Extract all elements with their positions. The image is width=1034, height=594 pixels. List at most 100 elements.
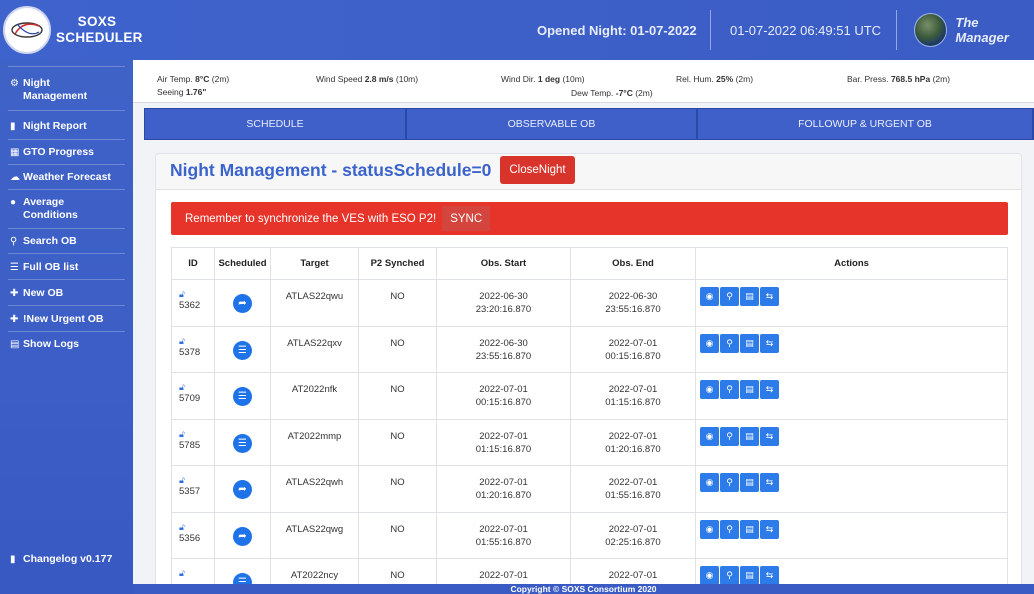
view-eye-icon[interactable]: ◉ — [700, 519, 719, 539]
air-temp-height: (2m) — [211, 74, 230, 84]
chart-icon[interactable]: ▤ — [740, 426, 759, 446]
view-eye-icon[interactable]: ◉ — [700, 473, 719, 492]
cell-scheduled: ➦ — [214, 465, 271, 513]
swap-icon[interactable]: ⇆ — [760, 519, 779, 539]
unlock-icon[interactable]: 🔓︎ — [179, 475, 214, 485]
opened-night: Opened Night: 01-07-2022 — [537, 22, 697, 38]
chart-icon[interactable]: ▤ — [740, 287, 759, 306]
search-icon[interactable]: ⚲ — [720, 426, 739, 446]
swap-icon[interactable]: ⇆ — [760, 566, 779, 585]
sidebar-item-label: New OB — [23, 287, 64, 299]
swap-icon[interactable]: ⇆ — [760, 287, 779, 306]
swap-icon[interactable]: ⇆ — [760, 473, 779, 492]
chart-icon[interactable]: ▤ — [740, 333, 759, 353]
user-name: The Manager — [955, 15, 1009, 45]
wind-speed-value: 2.8 m/s — [364, 74, 394, 84]
obs-end-date: 2022-07-01 — [608, 384, 658, 395]
layers-icon[interactable]: ☰ — [233, 340, 252, 360]
col-id[interactable]: ID — [171, 247, 215, 280]
view-eye-icon[interactable]: ◉ — [700, 380, 719, 399]
table-row: 🔓︎ 5709 ☰ AT2022nfk NO 2022-07-01 00:15:… — [171, 372, 1008, 420]
col-scheduled[interactable]: Scheduled — [214, 247, 271, 280]
sidebar-divider — [8, 189, 125, 190]
wind-speed-label: Wind Speed — [316, 74, 363, 84]
sidebar-item-search-ob[interactable]: ⚲ Search OB — [0, 235, 133, 248]
sidebar-item-show-logs[interactable]: ▤ Show Logs — [0, 338, 133, 351]
layers-icon[interactable]: ☰ — [233, 433, 252, 453]
sidebar-item-weather-forecast[interactable]: ☁ Weather Forecast — [0, 171, 133, 184]
wind-dir-value: 1 deg — [537, 74, 561, 84]
chart-icon[interactable]: ▤ — [740, 473, 759, 492]
sidebar-item-new-ob[interactable]: ✚ New OB — [0, 287, 133, 300]
sidebar-item-changelog[interactable]: ▮ Changelog v0.177 — [0, 553, 133, 566]
cell-actions: ◉ ⚲ ▤ ⇆ — [695, 325, 1008, 373]
sidebar-item-new-urgent-ob[interactable]: ✚ !New Urgent OB — [0, 313, 133, 326]
unlock-icon[interactable]: 🔓︎ — [179, 336, 214, 346]
chart-icon[interactable]: ▤ — [740, 380, 759, 399]
chart-icon[interactable]: ▤ — [740, 566, 759, 585]
obs-start-date: 2022-07-01 — [479, 477, 528, 488]
swap-icon[interactable]: ⇆ — [760, 380, 779, 399]
col-target[interactable]: Target — [270, 247, 359, 280]
air-temp: Air Temp. 8°C (2m) — [157, 74, 229, 84]
sidebar-item-average-conditions[interactable]: ● Average Conditions — [0, 196, 133, 222]
search-icon[interactable]: ⚲ — [720, 380, 739, 399]
layers-icon[interactable]: ☰ — [233, 387, 252, 406]
sync-button[interactable]: SYNC — [442, 206, 491, 231]
view-eye-icon[interactable]: ◉ — [700, 333, 719, 353]
cell-id: 🔓︎ 5362 — [171, 279, 215, 327]
sidebar-item-night-report[interactable]: ▮ Night Report — [0, 120, 133, 133]
running-icon[interactable]: ➦ — [233, 294, 252, 313]
log-icon: ▤ — [10, 339, 20, 350]
swap-icon[interactable]: ⇆ — [760, 426, 779, 446]
user-menu[interactable]: The Manager — [914, 0, 1034, 60]
cell-obs-start: 2022-06-30 23:20:16.870 — [436, 279, 571, 327]
sidebar-item-label: Search OB — [23, 235, 77, 247]
brand[interactable]: SOXS SCHEDULER — [0, 0, 142, 60]
running-icon[interactable]: ➦ — [233, 526, 252, 546]
running-icon[interactable]: ➦ — [233, 480, 252, 499]
unlock-icon[interactable]: 🔓︎ — [179, 382, 214, 392]
search-icon[interactable]: ⚲ — [720, 519, 739, 539]
sidebar-divider — [8, 110, 125, 111]
unlock-icon[interactable]: 🔓︎ — [179, 522, 214, 532]
obs-end-time: 01:15:16.870 — [605, 397, 661, 408]
table-row: 🔓︎ 5378 ☰ ATLAS22qxv NO 2022-06-30 23:55… — [171, 325, 1008, 373]
search-icon[interactable]: ⚲ — [720, 333, 739, 353]
user-avatar — [914, 13, 948, 47]
unlock-icon[interactable]: 🔓︎ — [179, 289, 214, 299]
tab-observable-ob[interactable]: OBSERVABLE OB — [407, 108, 698, 140]
wind-dir-label: Wind Dir. — [501, 74, 536, 84]
cell-target: ATLAS22qxv — [270, 325, 359, 373]
brand-title: SOXS SCHEDULER — [56, 14, 142, 46]
sidebar-item-gto-progress[interactable]: ▦ GTO Progress — [0, 146, 133, 159]
sidebar-divider — [8, 253, 125, 254]
dew-temp-value: -7°C — [615, 88, 633, 98]
col-p2-synched[interactable]: P2 Synched — [358, 247, 437, 280]
col-obs-start[interactable]: Obs. Start — [436, 247, 571, 280]
chart-icon[interactable]: ▤ — [740, 519, 759, 539]
view-eye-icon[interactable]: ◉ — [700, 287, 719, 306]
obs-end-time: 00:15:16.870 — [605, 350, 661, 362]
view-eye-icon[interactable]: ◉ — [700, 426, 719, 446]
sidebar-item-label: !New Urgent OB — [23, 313, 104, 325]
search-icon[interactable]: ⚲ — [720, 287, 739, 306]
sidebar-item-label: Night Management — [23, 77, 88, 102]
search-icon[interactable]: ⚲ — [720, 566, 739, 585]
cell-p2-synched: NO — [358, 279, 437, 327]
unlock-icon[interactable]: 🔓︎ — [179, 568, 214, 578]
sidebar-item-night-management[interactable]: ⚙ Night Management — [0, 77, 133, 103]
obs-start-date: 2022-07-01 — [479, 570, 528, 581]
cell-obs-start: 2022-07-01 01:55:16.870 — [436, 511, 571, 559]
cell-target: ATLAS22qwh — [270, 465, 359, 513]
close-night-button[interactable]: CloseNight — [500, 156, 575, 184]
swap-icon[interactable]: ⇆ — [760, 333, 779, 353]
table-header-row: ID Scheduled Target P2 Synched Obs. Star… — [171, 247, 1008, 280]
sidebar-item-full-ob-list[interactable]: ☰ Full OB list — [0, 261, 133, 274]
search-icon[interactable]: ⚲ — [720, 473, 739, 492]
tab-followup-urgent-ob[interactable]: FOLLOWUP & URGENT OB — [698, 108, 1034, 140]
unlock-icon[interactable]: 🔓︎ — [179, 429, 214, 439]
view-eye-icon[interactable]: ◉ — [700, 566, 719, 585]
col-obs-end[interactable]: Obs. End — [570, 247, 696, 280]
tab-schedule[interactable]: SCHEDULE — [144, 108, 407, 140]
